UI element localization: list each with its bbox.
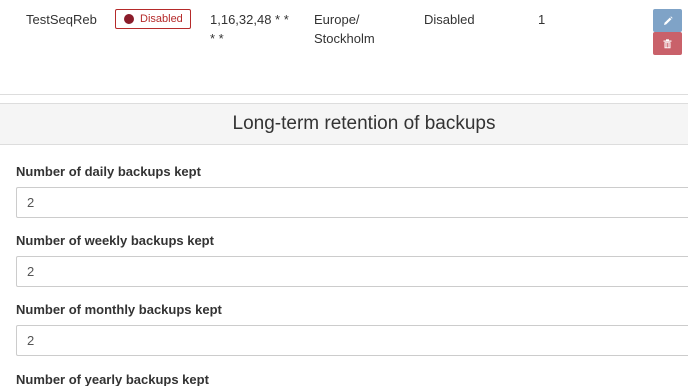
monthly-backups-label: Number of monthly backups kept <box>16 302 222 317</box>
cron-expression: 1,16,32,48 * * * * <box>210 10 300 48</box>
timezone: Europe/ Stockholm <box>314 10 394 48</box>
schedule-table: TestSeqReb Disabled 1,16,32,48 * * * * E… <box>0 0 688 95</box>
daily-backups-label: Number of daily backups kept <box>16 164 201 179</box>
pencil-icon <box>663 15 673 25</box>
schedule-state: Disabled <box>424 12 475 27</box>
timezone-line-2: Stockholm <box>314 31 375 46</box>
retention-section-title: Long-term retention of backups <box>232 113 496 134</box>
weekly-backups-input[interactable] <box>16 256 688 287</box>
trash-icon <box>663 38 672 48</box>
yearly-backups-label: Number of yearly backups kept <box>16 372 209 386</box>
status-badge-label: Disabled <box>140 13 183 25</box>
cron-line-2: * * <box>210 31 224 46</box>
delete-button[interactable] <box>653 32 682 55</box>
backup-schedule-page: TestSeqReb Disabled 1,16,32,48 * * * * E… <box>0 0 688 386</box>
daily-backups-input[interactable] <box>16 187 688 218</box>
monthly-backups-input[interactable] <box>16 325 688 356</box>
status-dot-icon <box>124 14 134 24</box>
cron-line-1: 1,16,32,48 * * <box>210 12 289 27</box>
status-badge: Disabled <box>115 9 191 29</box>
schedule-count: 1 <box>538 12 546 27</box>
retention-section-header: Long-term retention of backups <box>0 103 688 145</box>
timezone-line-1: Europe/ <box>314 12 360 27</box>
weekly-backups-label: Number of weekly backups kept <box>16 233 214 248</box>
status-cell: Disabled <box>115 9 191 29</box>
edit-button[interactable] <box>653 9 682 32</box>
schedule-name: TestSeqReb <box>26 12 97 27</box>
